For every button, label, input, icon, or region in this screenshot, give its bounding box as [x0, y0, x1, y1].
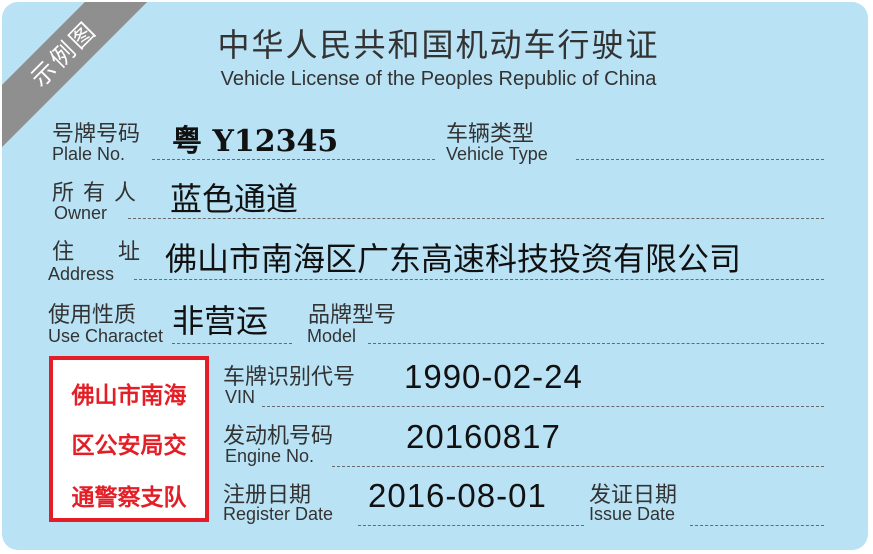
seal-line-1: 佛山市南海 [71, 382, 187, 409]
vehicle-type-label-en: Vehicle Type [446, 144, 548, 164]
use-character-label-cn: 使用性质 [48, 303, 137, 328]
address-label-cn: 住 址 [52, 240, 141, 265]
title-chinese: 中华人民共和国机动车行驶证 [217, 26, 660, 64]
use-character-value: 非营运 [172, 302, 269, 340]
owner-value: 蓝色通道 [170, 180, 299, 218]
title-english: Vehicle License of the Peoples Republic … [220, 68, 657, 90]
seal-line-3: 通警察支队 [71, 484, 187, 511]
vin-underline [262, 406, 824, 407]
plate-no-value: 粤 Y12345 [172, 124, 339, 159]
engine-no-underline [332, 466, 824, 467]
register-date-underline [358, 525, 584, 526]
address-value: 佛山市南海区广东高速科技投资有限公司 [165, 240, 742, 278]
model-label-cn: 品牌型号 [308, 303, 397, 328]
plate-no-underline [152, 159, 435, 160]
use-character-underline [172, 343, 292, 344]
vin-label-en: VIN [225, 387, 256, 407]
vehicle-license-card: 示例图 中华人民共和国机动车行驶证 Vehicle License of the… [2, 2, 868, 550]
seal-line-2: 区公安局交 [71, 432, 187, 459]
owner-label-en: Owner [54, 203, 108, 223]
plate-no-label-en: Plale No. [52, 144, 126, 164]
use-character-label-en: Use Charactet [48, 326, 164, 346]
model-underline [368, 343, 824, 344]
issuing-authority-seal: 佛山市南海 区公安局交 通警察支队 [49, 356, 209, 522]
engine-no-label-en: Engine No. [225, 446, 315, 466]
engine-no-value: 20160817 [406, 418, 561, 455]
vin-value: 1990-02-24 [404, 358, 583, 395]
address-underline [134, 279, 824, 280]
owner-underline [128, 218, 824, 219]
model-label-en: Model [307, 326, 357, 346]
license-page: 示例图 中华人民共和国机动车行驶证 Vehicle License of the… [0, 0, 873, 554]
issue-date-underline [690, 525, 824, 526]
issue-date-label-en: Issue Date [589, 504, 676, 524]
address-label-en: Address [48, 264, 115, 284]
vehicle-type-underline [576, 159, 824, 160]
register-date-value: 2016-08-01 [368, 477, 547, 514]
register-date-label-en: Register Date [223, 504, 334, 524]
